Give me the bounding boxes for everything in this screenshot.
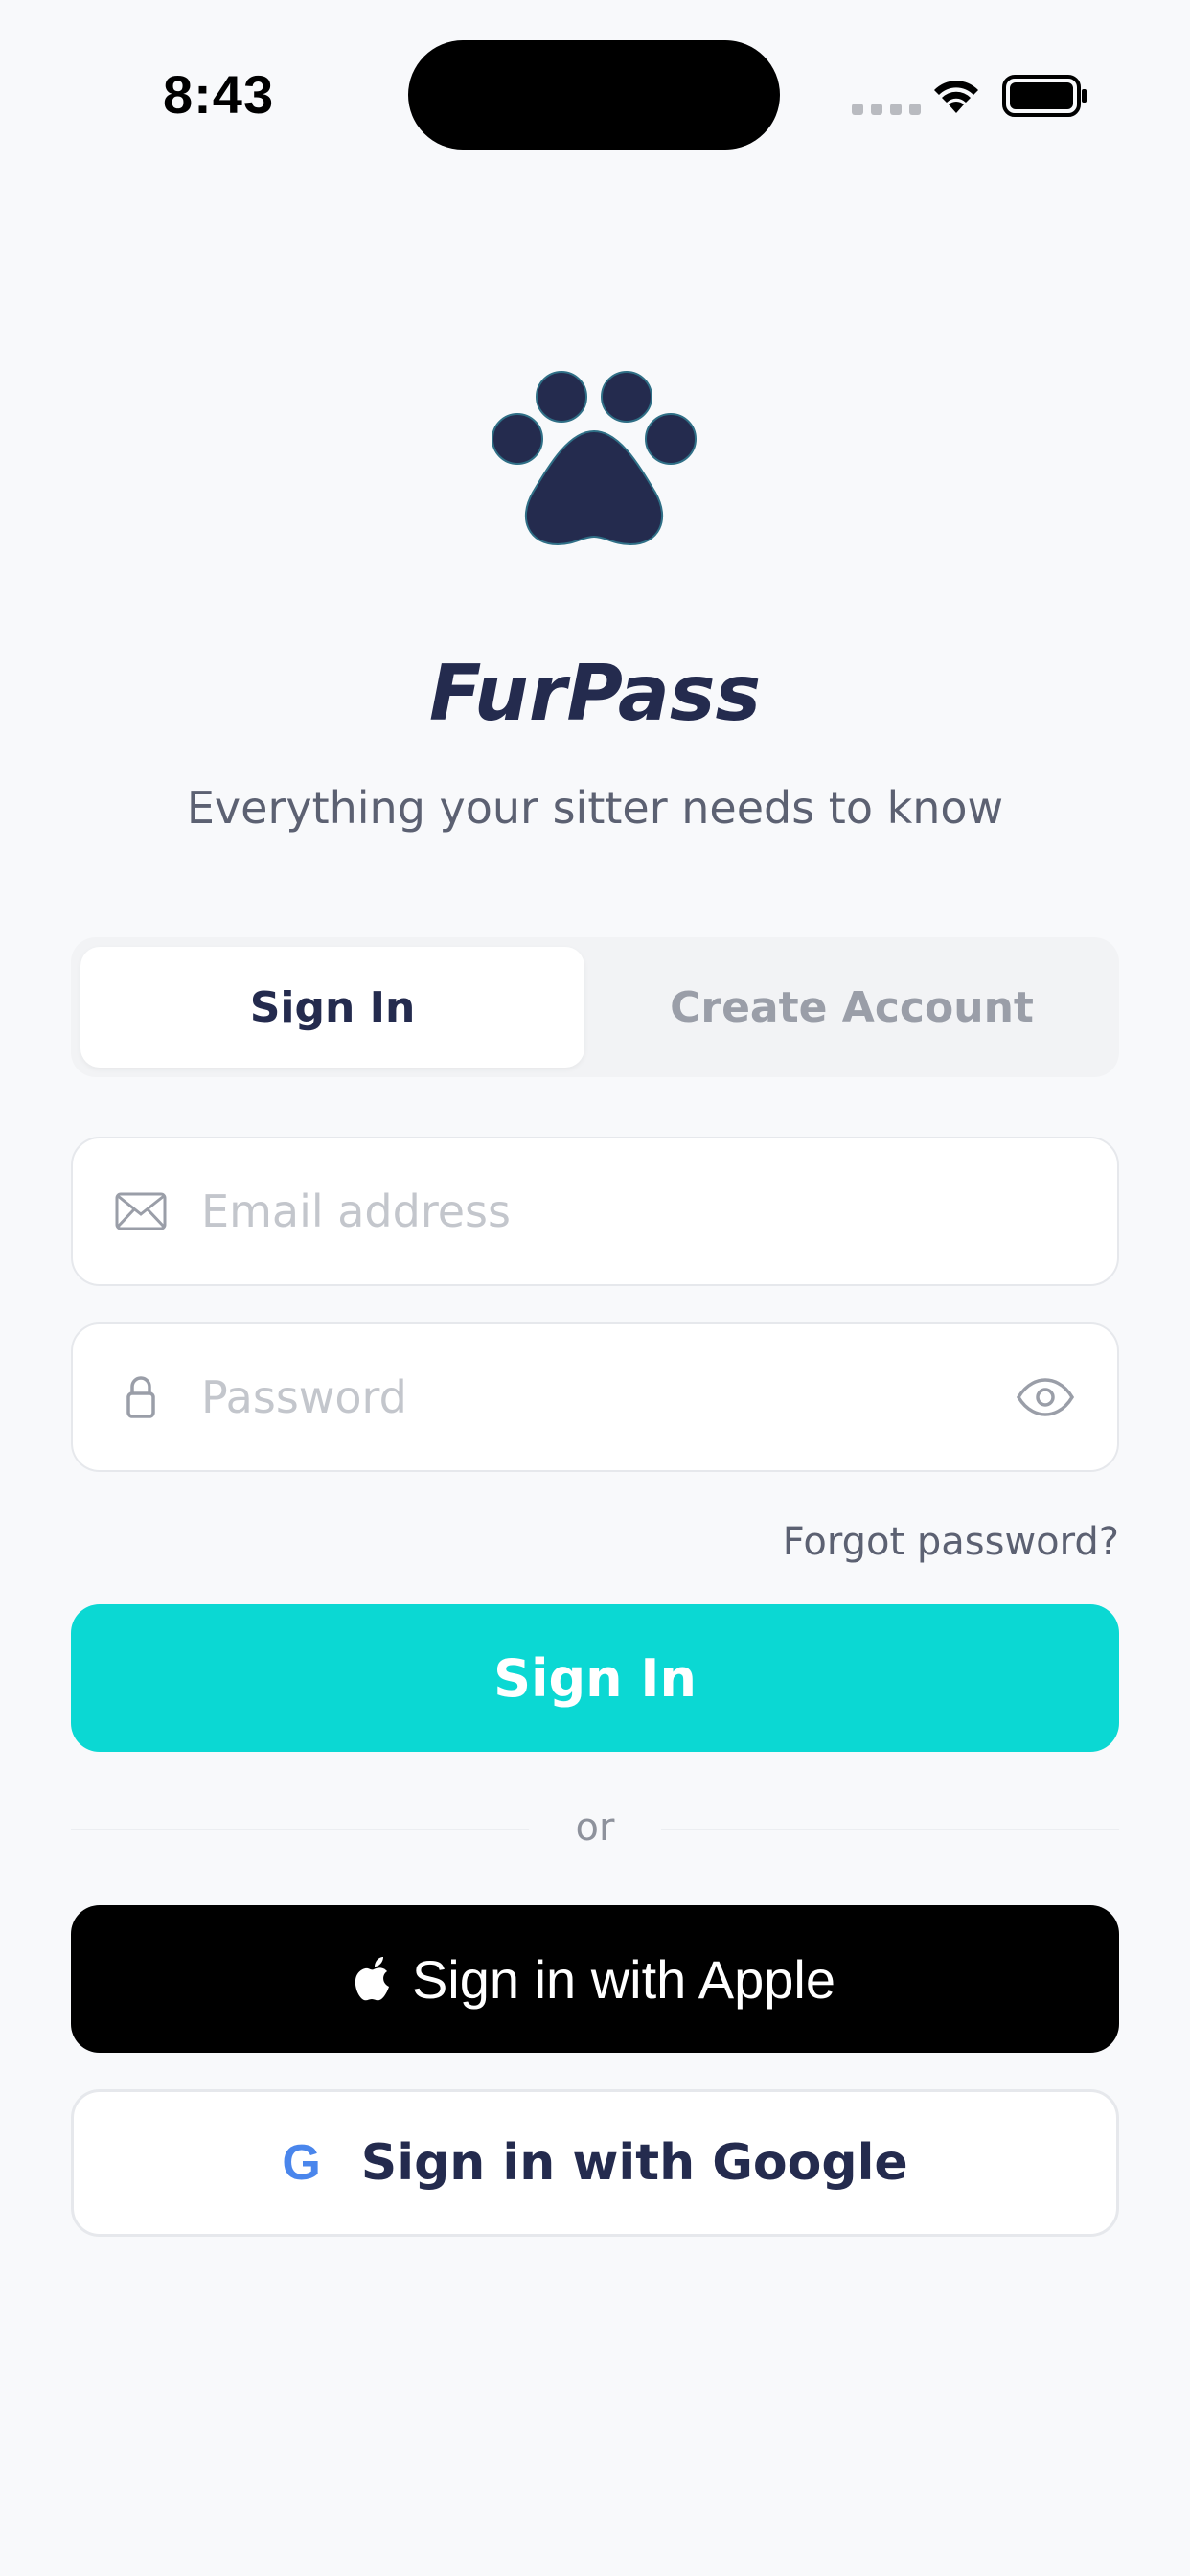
cellular-signal-icon: [852, 104, 921, 115]
divider-line-right: [661, 1828, 1119, 1830]
password-field-container: [71, 1322, 1119, 1472]
email-field-container: [71, 1137, 1119, 1286]
google-button-label: Sign in with Google: [360, 2134, 908, 2192]
tab-sign-in[interactable]: Sign In: [80, 947, 584, 1068]
divider-or: or: [575, 1806, 615, 1850]
sign-in-with-apple-button[interactable]: Sign in with Apple: [71, 1905, 1119, 2053]
login-screen: 8:43 FurPass Everything your sitter need…: [0, 0, 1190, 2576]
password-input[interactable]: [201, 1324, 968, 1470]
lock-icon: [126, 1376, 155, 1418]
envelope-icon: [115, 1192, 167, 1230]
sign-in-button[interactable]: Sign In: [71, 1604, 1119, 1752]
forgot-password-link[interactable]: Forgot password?: [783, 1520, 1119, 1564]
dynamic-island: [408, 40, 780, 150]
battery-icon: [1002, 75, 1087, 117]
google-icon: G: [282, 2135, 321, 2191]
app-tagline: Everything your sitter needs to know: [186, 782, 1004, 834]
sign-in-with-google-button[interactable]: G Sign in with Google: [71, 2089, 1119, 2237]
eye-icon[interactable]: [1016, 1377, 1075, 1417]
tab-create-account[interactable]: Create Account: [594, 947, 1110, 1068]
status-time: 8:43: [163, 64, 275, 125]
apple-button-label: Sign in with Apple: [411, 1948, 836, 2010]
auth-mode-switch: Sign In Create Account: [71, 937, 1119, 1077]
app-title: FurPass: [428, 649, 762, 738]
apple-icon: [355, 1957, 389, 2001]
paw-icon: [492, 371, 697, 546]
email-input[interactable]: [201, 1138, 968, 1284]
wifi-icon: [934, 80, 978, 113]
